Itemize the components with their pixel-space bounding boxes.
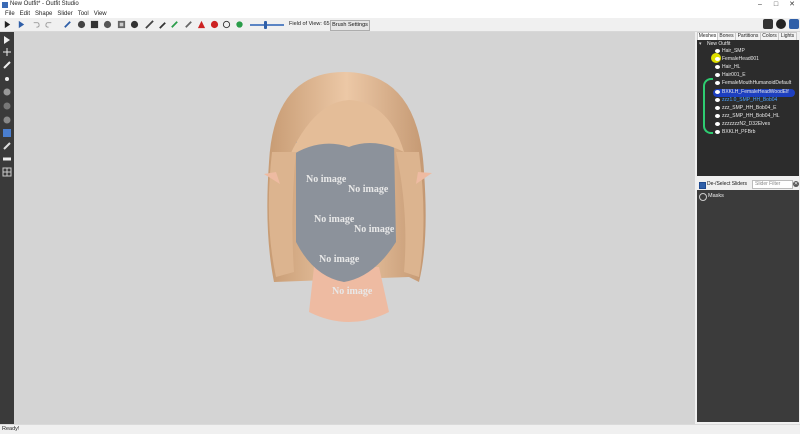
slider-header: De-/Select Sliders Slider Filter ✕ — [697, 180, 799, 189]
tree-root[interactable]: New Outfit — [707, 41, 730, 48]
tree-expand-icon[interactable]: ▾ — [699, 41, 702, 48]
vertex-color-icon[interactable] — [210, 20, 219, 29]
alpha-brush-icon[interactable] — [170, 20, 179, 29]
pivot-tool-icon[interactable] — [2, 60, 12, 70]
no-image-texture: No image — [332, 286, 373, 297]
brush-mask-icon[interactable] — [2, 128, 12, 138]
visibility-eye-icon[interactable] — [715, 73, 720, 77]
redo-icon[interactable] — [45, 20, 54, 29]
slider-list: Masks — [697, 190, 799, 422]
3d-viewport[interactable]: No image No image No image No image No i… — [14, 32, 695, 424]
menu-file[interactable]: File — [5, 10, 15, 18]
masks-slider-label: Masks — [708, 193, 724, 199]
weight-brush-icon[interactable] — [145, 20, 154, 29]
visibility-eye-icon[interactable] — [715, 130, 720, 134]
field-of-view-label: Field of View: 65 — [289, 21, 330, 27]
visibility-eye-icon[interactable] — [715, 49, 720, 53]
masks-radio[interactable] — [699, 193, 707, 201]
pen-icon[interactable] — [184, 20, 193, 29]
slider-filter-placeholder: Slider Filter — [755, 181, 781, 187]
clear-filter-icon[interactable]: ✕ — [793, 181, 799, 187]
app-icon — [2, 2, 8, 8]
field-of-view-slider-thumb[interactable] — [264, 21, 267, 29]
color-brush-icon[interactable] — [158, 20, 167, 29]
menu-bar: File Edit Shape Slider Tool View — [0, 10, 800, 18]
brush-inflate-icon[interactable] — [2, 101, 12, 111]
panel-tabs: Meshes Bones Partitions Colors Lights — [696, 32, 800, 41]
mesh-label: zzzzzzzN2_D32Elves — [722, 121, 771, 127]
field-of-view-slider[interactable] — [250, 24, 284, 26]
close-icon[interactable]: ✕ — [784, 0, 800, 10]
transform-arrow-icon[interactable] — [17, 20, 26, 29]
select-arrow-icon[interactable] — [3, 20, 12, 29]
left-toolbox — [0, 32, 14, 424]
visibility-eye-icon[interactable] — [715, 81, 720, 85]
visibility-eye-icon[interactable] — [715, 122, 720, 126]
brush-smooth-icon[interactable] — [2, 141, 12, 151]
menu-shape[interactable]: Shape — [35, 10, 52, 18]
mesh-label: zzz1.0_SMP_HH_Bob04 — [722, 97, 778, 103]
menu-tool[interactable]: Tool — [78, 10, 89, 18]
right-panel: Meshes Bones Partitions Colors Lights ▾ … — [696, 32, 800, 424]
no-image-texture: No image — [314, 214, 355, 225]
move-brush-icon[interactable] — [130, 20, 139, 29]
grid-tool-icon[interactable] — [2, 167, 12, 177]
brush-icon[interactable] — [63, 20, 72, 29]
brush-deflate-icon[interactable] — [2, 115, 12, 125]
visibility-eye-icon[interactable] — [715, 57, 720, 61]
visibility-eye-icon[interactable] — [715, 106, 720, 110]
mesh-label: Hair_HL — [722, 64, 741, 70]
inflate-brush-icon[interactable] — [90, 20, 99, 29]
annotation-bracket — [703, 78, 713, 134]
mesh-label: Hair001_E — [722, 72, 746, 78]
wireframe-icon[interactable] — [222, 20, 231, 29]
mesh-label: BXKLH_FemaleHeadWoodElf — [722, 89, 789, 95]
no-image-texture: No image — [306, 174, 347, 185]
mesh-tree: ▾ New Outfit Hair_SMP FemaleHead001 Hair… — [697, 40, 799, 176]
window-title: New Outfit* - Outfit Studio — [10, 1, 79, 7]
menu-slider[interactable]: Slider — [57, 10, 72, 18]
minimize-icon[interactable]: – — [752, 0, 768, 10]
mesh-label: zzz_SMP_HH_Bob04_HL — [722, 113, 780, 119]
undo-icon[interactable] — [31, 20, 40, 29]
visibility-eye-icon[interactable] — [715, 114, 720, 118]
visibility-eye-icon[interactable] — [715, 65, 720, 69]
toolbar: Field of View: 65 Brush Settings — [0, 18, 800, 32]
mesh-label: FemaleMouthHumanoidDefault — [722, 80, 792, 86]
vertex-select-icon[interactable] — [2, 74, 12, 84]
weight-paint-icon[interactable] — [197, 20, 206, 29]
transform-tool-icon[interactable] — [2, 47, 12, 57]
patreon-icon[interactable] — [789, 19, 799, 29]
mesh-label: Hair_SMP — [722, 48, 745, 54]
maximize-icon[interactable]: □ — [768, 0, 784, 10]
visibility-eye-icon[interactable] — [715, 90, 720, 94]
mesh-label: zzz_SMP_HH_Bob04_E — [722, 105, 777, 111]
status-text: Ready! — [2, 426, 20, 432]
title-bar: New Outfit* - Outfit Studio – □ ✕ — [0, 0, 800, 10]
menu-edit[interactable]: Edit — [20, 10, 30, 18]
select-sliders-checkbox[interactable] — [699, 182, 706, 189]
bone-tool-icon[interactable] — [2, 154, 12, 164]
no-image-texture: No image — [348, 184, 389, 195]
select-tool-icon[interactable] — [2, 35, 12, 45]
visibility-eye-icon[interactable] — [715, 98, 720, 102]
lighting-icon[interactable] — [235, 20, 244, 29]
mesh-label: BXKLH_PFBrb — [722, 129, 756, 135]
brush-settings-button[interactable]: Brush Settings — [330, 20, 370, 31]
brush-standard-icon[interactable] — [2, 87, 12, 97]
discord-icon[interactable] — [763, 19, 773, 29]
github-icon[interactable] — [776, 19, 786, 29]
select-sliders-label: De-/Select Sliders — [707, 181, 748, 187]
deflate-brush-icon[interactable] — [103, 20, 112, 29]
no-image-texture: No image — [319, 254, 360, 265]
head-mesh-render: No image No image No image No image No i… — [264, 72, 432, 322]
no-image-texture: No image — [354, 224, 395, 235]
mask-brush-icon[interactable] — [77, 20, 86, 29]
slider-filter-input[interactable]: Slider Filter — [752, 180, 793, 189]
mesh-label: FemaleHead001 — [722, 56, 759, 62]
menu-view[interactable]: View — [94, 10, 107, 18]
smooth-brush-icon[interactable] — [117, 20, 126, 29]
